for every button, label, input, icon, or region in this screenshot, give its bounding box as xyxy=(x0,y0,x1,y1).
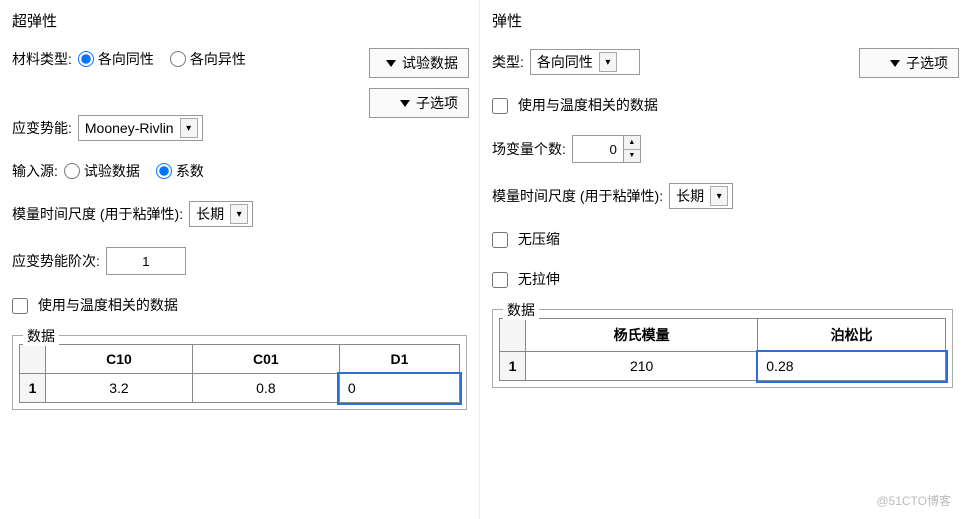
suboptions-label: 子选项 xyxy=(906,53,948,73)
temp-checkbox-label: 使用与温度相关的数据 xyxy=(518,97,658,113)
module-time-row: 模量时间尺度 (用于粘弹性): 长期 ▾ xyxy=(492,183,953,209)
strain-energy-value: Mooney-Rivlin xyxy=(85,120,174,136)
table-row: 1 210 0.28 xyxy=(500,352,946,381)
col-c01: C01 xyxy=(192,345,339,374)
chevron-down-icon xyxy=(890,60,900,67)
temp-checkbox-input[interactable] xyxy=(492,98,508,114)
temp-checkbox-input[interactable] xyxy=(12,298,28,314)
spinner-up-icon[interactable]: ▲ xyxy=(624,136,640,150)
material-type-label: 材料类型: xyxy=(12,49,72,69)
type-select[interactable]: 各向同性 ▾ xyxy=(530,49,640,75)
input-source-label: 输入源: xyxy=(12,161,58,181)
radio-test-data-label: 试验数据 xyxy=(84,161,140,181)
type-label: 类型: xyxy=(492,52,524,72)
col-poisson: 泊松比 xyxy=(758,319,946,352)
strain-order-label: 应变势能阶次: xyxy=(12,251,100,271)
radio-coefficients[interactable]: 系数 xyxy=(156,161,204,181)
chevron-down-icon: ▾ xyxy=(180,118,198,138)
table-header-row: 杨氏模量 泊松比 xyxy=(500,319,946,352)
radio-coefficients-input[interactable] xyxy=(156,163,172,179)
spinner-down-icon[interactable]: ▼ xyxy=(624,150,640,163)
cell-poisson[interactable]: 0.28 xyxy=(758,352,946,381)
data-legend: 数据 xyxy=(503,300,539,320)
strain-energy-row: 应变势能: Mooney-Rivlin ▾ xyxy=(12,115,467,141)
field-var-input[interactable] xyxy=(573,136,623,162)
row-index: 1 xyxy=(20,374,46,403)
table-header-row: C10 C01 D1 xyxy=(20,345,460,374)
row-index: 1 xyxy=(500,352,526,381)
module-time-select[interactable]: 长期 ▾ xyxy=(189,201,253,227)
panel-title: 超弹性 xyxy=(12,10,467,31)
radio-coefficients-label: 系数 xyxy=(176,161,204,181)
col-youngs: 杨氏模量 xyxy=(526,319,758,352)
no-tension-checkbox[interactable]: 无拉伸 xyxy=(492,269,560,289)
col-d1: D1 xyxy=(339,345,459,374)
radio-isotropic-input[interactable] xyxy=(78,51,94,67)
data-fieldset: 数据 杨氏模量 泊松比 1 210 0.28 xyxy=(492,309,953,388)
elastic-panel: 弹性 类型: 各向同性 ▾ 子选项 使用与温度相关的数据 场变量个数: ▲ ▼ … xyxy=(480,0,965,519)
radio-test-data-input[interactable] xyxy=(64,163,80,179)
data-table: 杨氏模量 泊松比 1 210 0.28 xyxy=(499,318,946,381)
suboptions-label: 子选项 xyxy=(416,93,458,113)
no-compression-input[interactable] xyxy=(492,232,508,248)
no-tension-row: 无拉伸 xyxy=(492,269,953,289)
no-tension-label: 无拉伸 xyxy=(518,271,560,287)
watermark: @51CTO博客 xyxy=(876,492,951,509)
radio-anisotropic-label: 各向异性 xyxy=(190,49,246,69)
no-compression-row: 无压缩 xyxy=(492,229,953,249)
no-compression-checkbox[interactable]: 无压缩 xyxy=(492,229,560,249)
radio-isotropic-label: 各向同性 xyxy=(98,49,154,69)
strain-energy-select[interactable]: Mooney-Rivlin ▾ xyxy=(78,115,203,141)
radio-anisotropic[interactable]: 各向异性 xyxy=(170,49,246,69)
no-compression-label: 无压缩 xyxy=(518,231,560,247)
chevron-down-icon: ▾ xyxy=(710,186,728,206)
temp-checkbox-label: 使用与温度相关的数据 xyxy=(38,297,178,313)
module-time-value: 长期 xyxy=(196,204,224,224)
hyperelastic-panel: 超弹性 材料类型: 各向同性 各向异性 试验数据 子选项 应变势能: Moone… xyxy=(0,0,480,519)
no-tension-input[interactable] xyxy=(492,272,508,288)
table-corner xyxy=(20,345,46,374)
temp-checkbox[interactable]: 使用与温度相关的数据 xyxy=(492,95,658,115)
cell-d1[interactable]: 0 xyxy=(339,374,459,403)
data-legend: 数据 xyxy=(23,326,59,346)
suboptions-dropdown[interactable]: 子选项 xyxy=(369,88,469,118)
test-data-dropdown[interactable]: 试验数据 xyxy=(369,48,469,78)
temp-checkbox[interactable]: 使用与温度相关的数据 xyxy=(12,295,178,315)
chevron-down-icon: ▾ xyxy=(599,52,617,72)
panel-title: 弹性 xyxy=(492,10,953,31)
module-time-label: 模量时间尺度 (用于粘弹性): xyxy=(12,204,183,224)
input-source-row: 输入源: 试验数据 系数 xyxy=(12,161,467,181)
radio-isotropic[interactable]: 各向同性 xyxy=(78,49,154,69)
radio-test-data[interactable]: 试验数据 xyxy=(64,161,140,181)
strain-order-input[interactable] xyxy=(106,247,186,275)
table-row: 1 3.2 0.8 0 xyxy=(20,374,460,403)
field-var-label: 场变量个数: xyxy=(492,139,566,159)
module-time-value: 长期 xyxy=(676,186,704,206)
chevron-down-icon xyxy=(386,60,396,67)
module-time-label: 模量时间尺度 (用于粘弹性): xyxy=(492,186,663,206)
col-c10: C10 xyxy=(46,345,193,374)
module-time-select[interactable]: 长期 ▾ xyxy=(669,183,733,209)
data-fieldset: 数据 C10 C01 D1 1 3.2 0.8 0 xyxy=(12,335,467,410)
temp-checkbox-row: 使用与温度相关的数据 xyxy=(492,95,953,115)
chevron-down-icon xyxy=(400,100,410,107)
strain-energy-label: 应变势能: xyxy=(12,118,72,138)
cell-youngs[interactable]: 210 xyxy=(526,352,758,381)
cell-c10[interactable]: 3.2 xyxy=(46,374,193,403)
table-corner xyxy=(500,319,526,352)
suboptions-dropdown[interactable]: 子选项 xyxy=(859,48,959,78)
type-value: 各向同性 xyxy=(537,52,593,72)
data-table: C10 C01 D1 1 3.2 0.8 0 xyxy=(19,344,460,403)
chevron-down-icon: ▾ xyxy=(230,204,248,224)
test-data-label: 试验数据 xyxy=(402,53,458,73)
field-var-spinner[interactable]: ▲ ▼ xyxy=(572,135,641,163)
radio-anisotropic-input[interactable] xyxy=(170,51,186,67)
field-var-row: 场变量个数: ▲ ▼ xyxy=(492,135,953,163)
temp-checkbox-row: 使用与温度相关的数据 xyxy=(12,295,467,315)
cell-c01[interactable]: 0.8 xyxy=(192,374,339,403)
strain-order-row: 应变势能阶次: xyxy=(12,247,467,275)
module-time-row: 模量时间尺度 (用于粘弹性): 长期 ▾ xyxy=(12,201,467,227)
